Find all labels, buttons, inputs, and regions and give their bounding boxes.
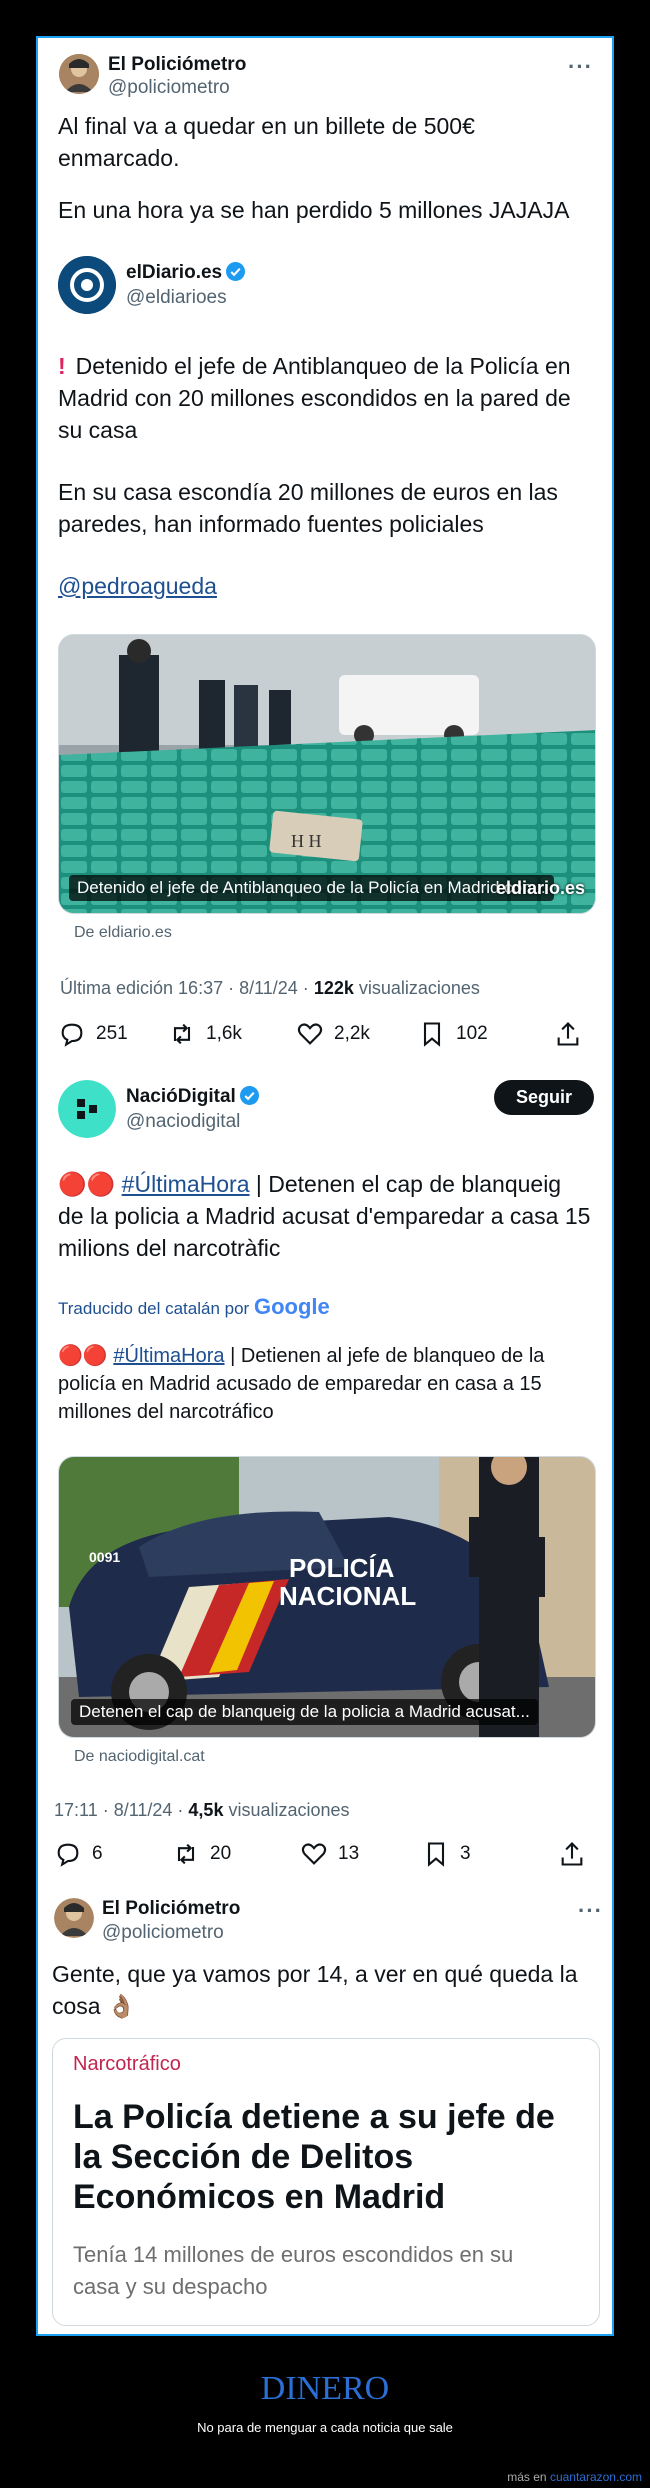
site-credit[interactable]: más en cuantarazon.com — [507, 2470, 642, 2484]
eldiario-avatar[interactable] — [58, 256, 116, 314]
quote-author-name[interactable]: NacióDigital — [126, 1086, 259, 1108]
tweet-meta: Última edición 16:37 · 8/11/24 · 122k vi… — [60, 978, 480, 998]
follow-button[interactable]: Seguir — [494, 1080, 595, 1115]
exclamation-icon: ! — [58, 353, 66, 379]
mention-link[interactable]: @pedroagueda — [58, 570, 217, 602]
news-image[interactable]: H H Detenido el jefe de Antiblanqueo de … — [58, 634, 596, 914]
quote-text-line: Madrid con 20 millones escondidos en la … — [58, 385, 571, 411]
share-button[interactable] — [554, 1020, 582, 1048]
more-options-icon[interactable]: ··· — [578, 1898, 603, 1924]
red-circle-emoji: 🔴🔴 — [58, 1171, 116, 1197]
tweet-text-line: Gente, que ya vamos por 14, a ver en qué… — [52, 1961, 578, 1987]
retweet-button[interactable]: 20 — [172, 1840, 300, 1868]
article-subtitle: Tenía 14 millones de euros escondidos en… — [73, 2242, 514, 2299]
reply-icon — [61, 1023, 83, 1047]
car-text: POLICÍA — [289, 1553, 395, 1583]
article-card[interactable]: Narcotráfico La Policía detiene a su jef… — [52, 2038, 600, 2326]
share-icon — [561, 1842, 583, 1866]
link-source[interactable]: De eldiario.es — [74, 924, 172, 942]
like-button[interactable]: 2,2k — [296, 1020, 418, 1048]
meme-title: DINERO — [260, 2370, 390, 2407]
reply-icon — [57, 1843, 79, 1867]
bookmark-icon — [423, 1022, 441, 1047]
quote-text-line: 🔴🔴 #ÚltimaHora | Detenen el cap de blanq… — [58, 1171, 562, 1197]
retweet-button[interactable]: 1,6k — [168, 1020, 296, 1048]
car-text: NACIONAL — [279, 1581, 416, 1611]
verified-badge-icon — [226, 262, 246, 281]
car-number: 0091 — [89, 1549, 120, 1565]
share-button[interactable] — [558, 1840, 586, 1868]
link-source[interactable]: De naciodigital.cat — [74, 1748, 205, 1766]
avatar[interactable] — [59, 54, 99, 94]
reply-button[interactable]: 6 — [54, 1840, 172, 1868]
news-image[interactable]: POLICÍA NACIONAL 0091 Detenen el cap de … — [58, 1456, 596, 1738]
meme-card: El Policiómetro @policiometro ··· Al fin… — [36, 36, 614, 2336]
tweet-author-name[interactable]: El Policiómetro — [102, 1898, 240, 1920]
google-logo: Google — [253, 1294, 330, 1319]
hashtag-link[interactable]: #ÚltimaHora — [122, 1171, 250, 1197]
translation-notice[interactable]: Traducido del catalán por Google — [58, 1294, 330, 1320]
quote-text-line: paredes, han informado fuentes policiale… — [58, 511, 484, 537]
image-caption: Detenido el jefe de Antiblanqueo de la P… — [69, 875, 554, 901]
article-title: La Policía detiene a su jefe de la Secci… — [73, 2098, 555, 2216]
tweet-text-line: enmarcado. — [58, 145, 180, 171]
action-bar: 251 1,6k 2,2k 102 — [58, 1020, 598, 1048]
quote-text-line: milions del narcotràfic — [58, 1235, 281, 1261]
tweet-text-line: Al final va a quedar en un billete de 50… — [58, 113, 475, 139]
quote-text-line: su casa — [58, 417, 138, 443]
translated-text-line: 🔴🔴 #ÚltimaHora | Detienen al jefe de bla… — [58, 1345, 545, 1367]
tweet-meta: 17:11 · 8/11/24 · 4,5k visualizaciones — [54, 1800, 350, 1820]
meme-subtitle: No para de menguar a cada noticia que sa… — [197, 2420, 453, 2435]
image-watermark: eldiario.es — [495, 878, 585, 898]
police-car-photo: POLICÍA NACIONAL 0091 — [59, 1457, 595, 1737]
retweet-icon — [177, 1843, 195, 1865]
share-icon — [557, 1022, 579, 1046]
translated-text-line: millones del narcotráfico — [58, 1401, 274, 1423]
naciodigital-avatar[interactable] — [58, 1080, 116, 1138]
hashtag-link[interactable]: #ÚltimaHora — [113, 1345, 224, 1367]
action-bar: 6 20 13 3 — [54, 1840, 600, 1868]
tweet-author-name[interactable]: El Policiómetro — [108, 54, 246, 76]
image-caption: Detenen el cap de blanqueig de la polici… — [71, 1699, 538, 1725]
bookmark-icon — [427, 1842, 445, 1867]
heart-icon — [301, 1843, 327, 1865]
retweet-icon — [173, 1023, 191, 1045]
quote-text-line: En su casa escondía 20 millones de euros… — [58, 479, 558, 505]
svg-text:H H: H H — [291, 831, 322, 851]
avatar[interactable] — [54, 1898, 94, 1938]
quote-author-name[interactable]: elDiario.es — [126, 262, 246, 284]
money-bundles-photo: H H — [59, 635, 595, 913]
quote-text-line: de la policia a Madrid acusat d'empareda… — [58, 1203, 591, 1229]
like-button[interactable]: 13 — [300, 1840, 422, 1868]
verified-badge-icon — [239, 1086, 259, 1105]
bookmark-button[interactable]: 102 — [418, 1020, 554, 1048]
translated-text-line: policía en Madrid acusado de emparedar e… — [58, 1373, 542, 1395]
article-section[interactable]: Narcotráfico — [73, 2053, 181, 2076]
quote-author-handle[interactable]: @naciodigital — [126, 1111, 240, 1133]
bookmark-button[interactable]: 3 — [422, 1840, 558, 1868]
heart-icon — [297, 1023, 323, 1045]
tweet-text-line: cosa 👌🏽 — [52, 1993, 136, 2019]
quote-author-handle[interactable]: @eldiarioes — [126, 287, 227, 309]
tweet-author-handle[interactable]: @policiometro — [102, 1922, 224, 1944]
quote-text-line: ! Detenido el jefe de Antiblanqueo de la … — [58, 353, 571, 379]
tweet-author-handle[interactable]: @policiometro — [108, 77, 230, 99]
reply-button[interactable]: 251 — [58, 1020, 168, 1048]
more-options-icon[interactable]: ··· — [568, 54, 593, 80]
tweet-text-line: En una hora ya se han perdido 5 millones… — [58, 197, 570, 223]
